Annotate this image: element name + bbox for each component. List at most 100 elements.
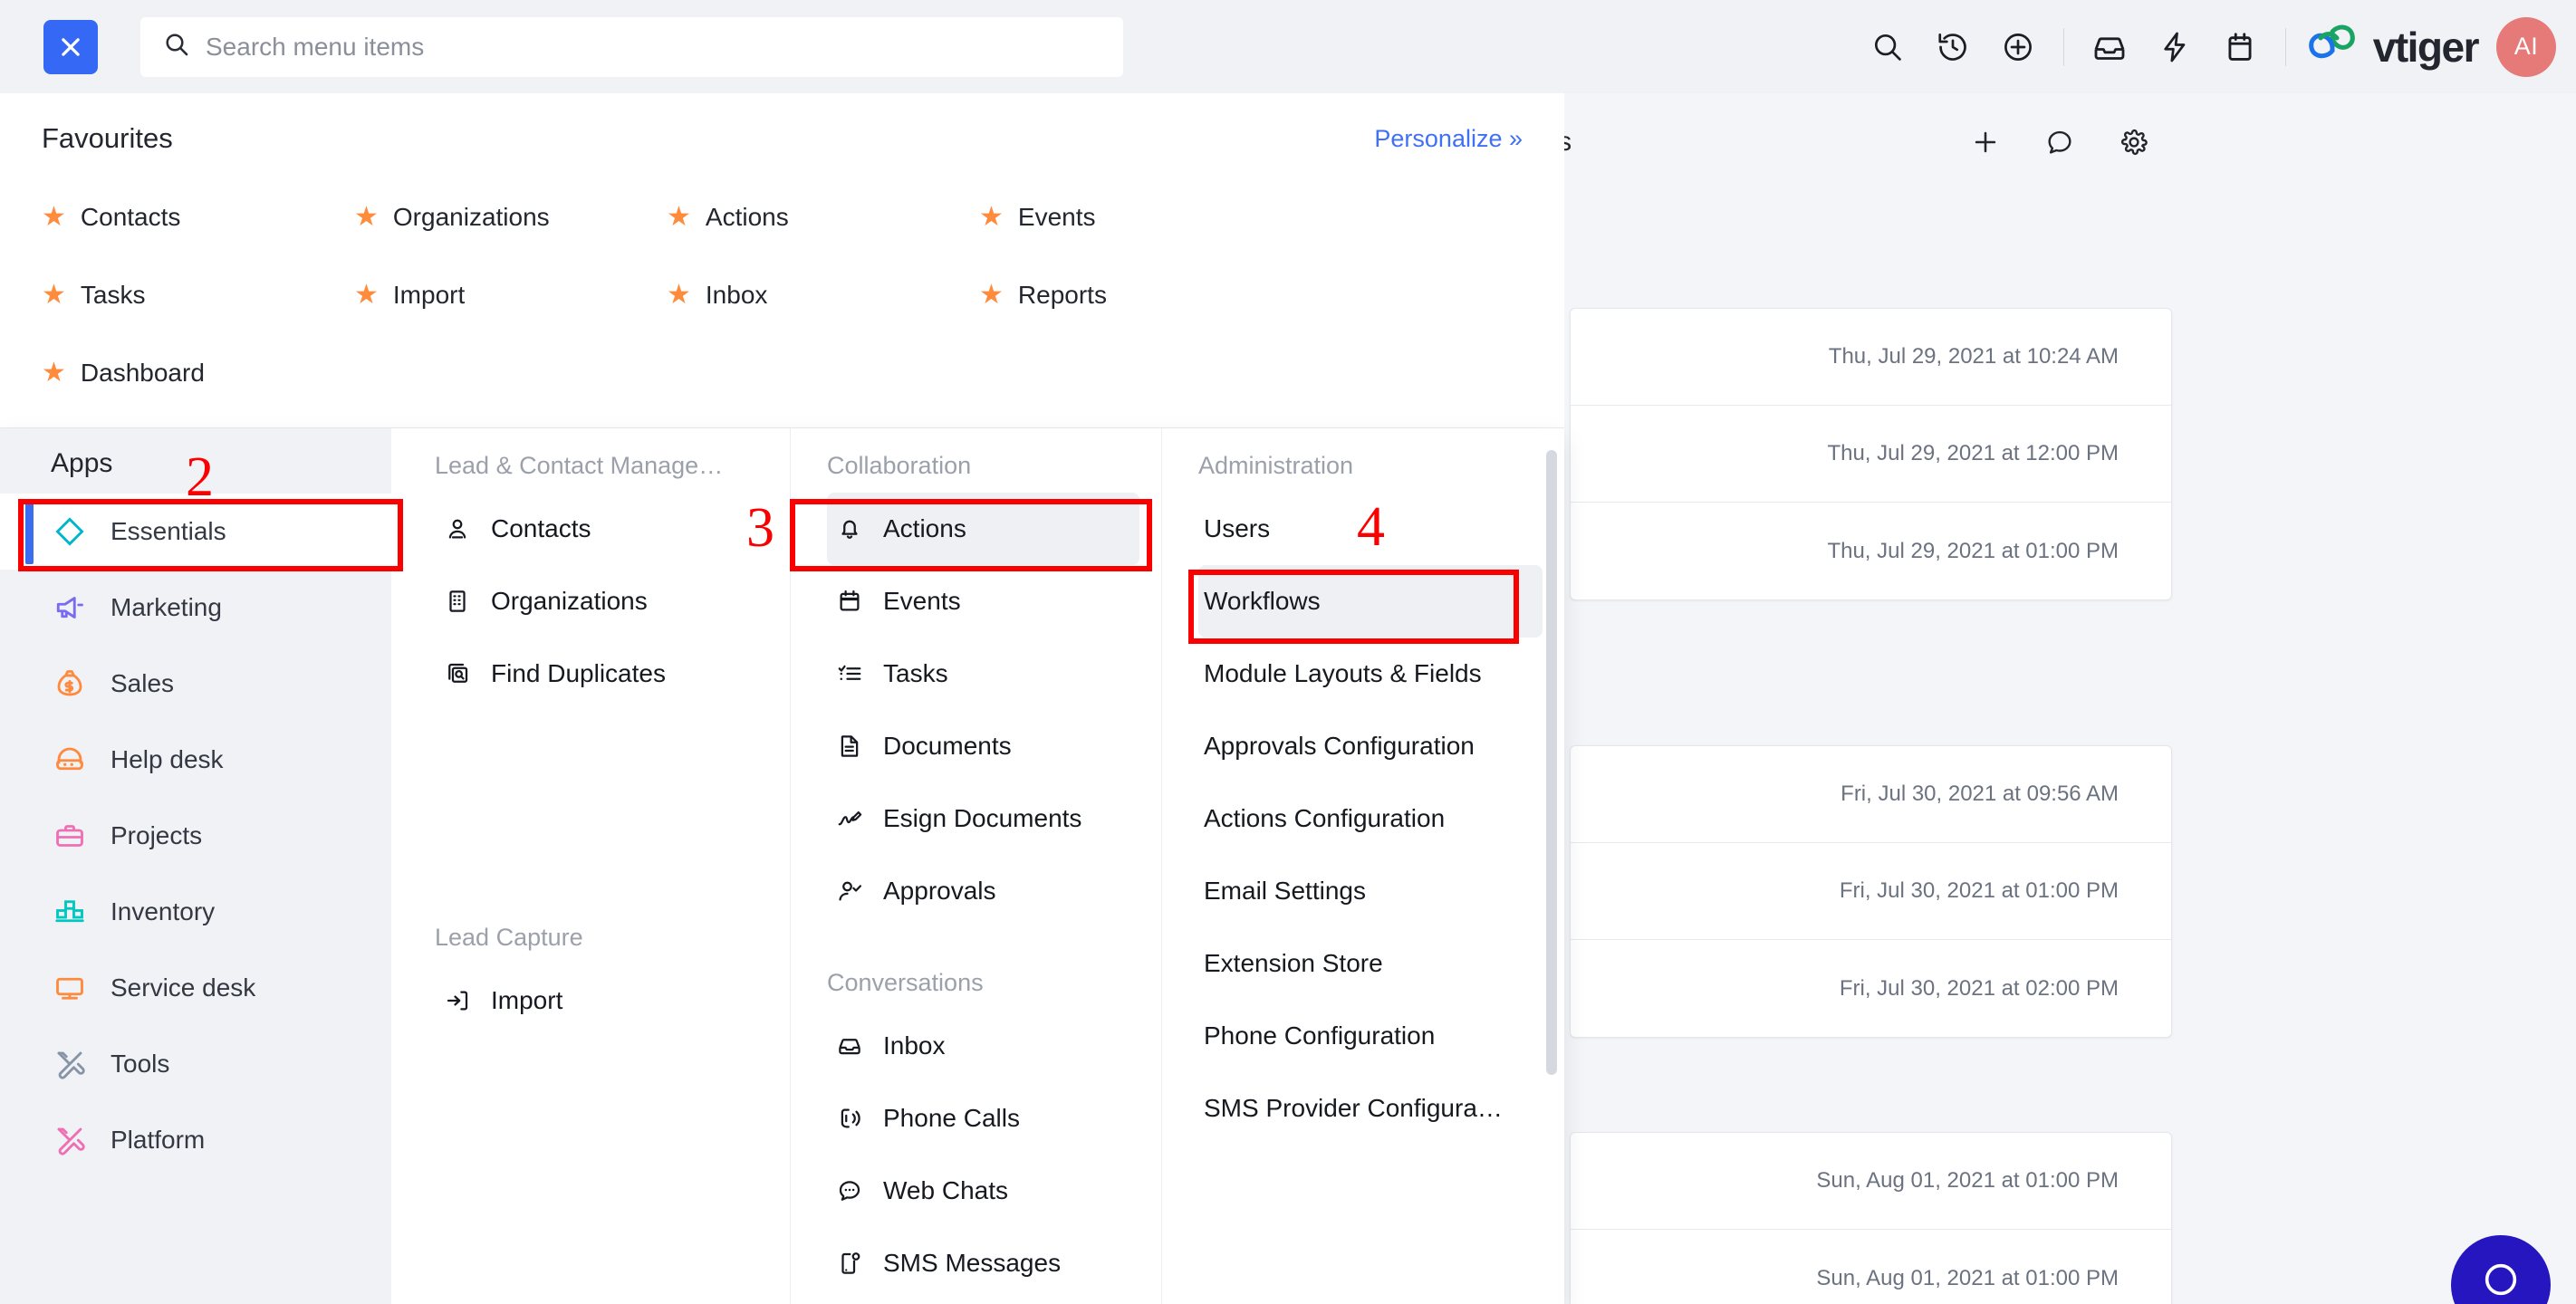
favourite-label: Events <box>1017 203 1096 231</box>
calendar-icon[interactable] <box>2207 14 2273 80</box>
menu-item-label: Contacts <box>491 514 591 542</box>
avatar[interactable]: AI <box>2496 16 2556 77</box>
menu-item-inbox[interactable]: Inbox <box>827 1010 1139 1082</box>
favourite-item-actions[interactable]: ★ Actions <box>667 178 979 256</box>
sidebar-item-marketing[interactable]: Marketing <box>0 570 391 646</box>
favourite-item-tasks[interactable]: ★ Tasks <box>42 256 354 334</box>
search-icon[interactable] <box>1855 14 1920 80</box>
menu-item-sms-messages[interactable]: SMS Messages <box>827 1227 1139 1299</box>
menu-item-find-duplicates[interactable]: Find Duplicates <box>435 638 768 710</box>
menu-item-actions-configuration[interactable]: Actions Configuration <box>1198 782 1543 855</box>
table-row[interactable]: Thu, Jul 29, 2021 at 12:00 PM <box>1571 406 2171 503</box>
table-row[interactable]: Fri, Jul 30, 2021 at 02:00 PM <box>1571 940 2171 1037</box>
sidebar-item-label: Help desk <box>111 745 224 773</box>
headset-icon <box>51 743 89 776</box>
menu-item-esign-documents[interactable]: Esign Documents <box>827 782 1139 855</box>
row-date: Sun, Aug 01, 2021 at 01:00 PM <box>1816 1265 2119 1290</box>
menu-item-web-chats[interactable]: Web Chats <box>827 1155 1139 1227</box>
menu-item-events[interactable]: Events <box>827 565 1139 638</box>
import-icon <box>442 987 473 1014</box>
menu-item-label: Events <box>883 587 961 615</box>
sidebar-item-label: Platform <box>111 1126 206 1154</box>
search-input[interactable] <box>206 32 1123 62</box>
row-date: Thu, Jul 29, 2021 at 10:24 AM <box>1828 344 2119 369</box>
table-row[interactable]: Fri, Jul 30, 2021 at 09:56 AM <box>1571 746 2171 843</box>
sms-icon <box>834 1250 865 1277</box>
close-icon[interactable] <box>43 19 98 74</box>
help-fab-button[interactable] <box>2451 1235 2551 1304</box>
row-date: Fri, Jul 30, 2021 at 09:56 AM <box>1841 781 2119 806</box>
comment-icon[interactable] <box>2044 127 2075 162</box>
favourite-label: Inbox <box>705 281 768 309</box>
tools-icon <box>51 1124 89 1156</box>
menu-item-import[interactable]: Import <box>435 964 768 1037</box>
personalize-link[interactable]: Personalize » <box>1374 125 1523 153</box>
menu-item-approvals-configuration[interactable]: Approvals Configuration <box>1198 710 1543 782</box>
favourite-item-dashboard[interactable]: ★ Dashboard <box>42 334 354 412</box>
megaphone-icon <box>51 591 89 624</box>
sidebar-item-sales[interactable]: Sales <box>0 646 391 722</box>
menu-item-workflows[interactable]: Workflows <box>1198 565 1543 638</box>
favourite-label: Import <box>392 281 466 309</box>
menu-item-organizations[interactable]: Organizations <box>435 565 768 638</box>
column-spacer <box>435 710 790 924</box>
menu-item-sms-provider-configuration[interactable]: SMS Provider Configura… <box>1198 1072 1543 1145</box>
menu-item-email-settings[interactable]: Email Settings <box>1198 855 1543 927</box>
favourite-item-organizations[interactable]: ★ Organizations <box>354 178 667 256</box>
vtiger-logo[interactable]: vtiger <box>2302 23 2480 72</box>
sidebar-item-service-desk[interactable]: Service desk <box>0 950 391 1026</box>
building-icon <box>442 588 473 615</box>
inbox-icon[interactable] <box>2077 14 2142 80</box>
sidebar-item-essentials[interactable]: Essentials <box>0 494 391 570</box>
favourite-item-inbox[interactable]: ★ Inbox <box>667 256 979 334</box>
sidebar-item-label: Service desk <box>111 973 256 1002</box>
sidebar-item-inventory[interactable]: Inventory <box>0 874 391 950</box>
row-date: Fri, Jul 30, 2021 at 02:00 PM <box>1839 975 2119 1001</box>
gear-icon[interactable] <box>2119 127 2149 162</box>
favourite-item-reports[interactable]: ★ Reports <box>979 256 1292 334</box>
table-row[interactable]: Thu, Jul 29, 2021 at 01:00 PM <box>1571 503 2171 599</box>
star-icon: ★ <box>354 202 379 232</box>
menu-item-label: SMS Provider Configura… <box>1204 1094 1503 1122</box>
menu-item-users[interactable]: Users <box>1198 493 1543 565</box>
lightning-icon[interactable] <box>2142 14 2207 80</box>
favourite-item-import[interactable]: ★ Import <box>354 256 667 334</box>
search-input-wrapper[interactable] <box>140 16 1123 77</box>
duplicate-search-icon <box>442 660 473 687</box>
sidebar-item-platform[interactable]: Platform <box>0 1102 391 1178</box>
header-icon-group: vtiger AI <box>1855 14 2556 80</box>
sidebar-item-help-desk[interactable]: Help desk <box>0 722 391 798</box>
table-row[interactable]: Thu, Jul 29, 2021 at 10:24 AM <box>1571 309 2171 406</box>
menu-item-documents[interactable]: Documents <box>827 710 1139 782</box>
plus-circle-icon[interactable] <box>1985 14 2051 80</box>
menu-scrollbar[interactable] <box>1546 450 1557 1075</box>
menu-item-tasks[interactable]: Tasks <box>827 638 1139 710</box>
mega-menu: Apps Essentials Marketing Sales Help des… <box>0 428 1564 1304</box>
menu-item-label: Import <box>491 986 563 1014</box>
menu-item-module-layouts-fields[interactable]: Module Layouts & Fields <box>1198 638 1543 710</box>
menu-item-actions[interactable]: Actions <box>827 493 1139 565</box>
group-title: Lead Capture <box>435 924 583 951</box>
history-icon[interactable] <box>1920 14 1985 80</box>
table-row[interactable]: Fri, Jul 30, 2021 at 01:00 PM <box>1571 843 2171 940</box>
menu-item-label: Email Settings <box>1204 877 1366 905</box>
menu-item-phone-configuration[interactable]: Phone Configuration <box>1198 1000 1543 1072</box>
menu-item-phone-calls[interactable]: Phone Calls <box>827 1082 1139 1155</box>
table-row[interactable]: Sun, Aug 01, 2021 at 01:00 PM <box>1571 1230 2171 1304</box>
sidebar-item-tools[interactable]: Tools <box>0 1026 391 1102</box>
page-title-actions <box>1970 127 2149 162</box>
header-divider-2 <box>2284 27 2286 66</box>
menu-item-label: Module Layouts & Fields <box>1204 659 1482 687</box>
favourite-item-contacts[interactable]: ★ Contacts <box>42 178 354 256</box>
table-row[interactable]: Sun, Aug 01, 2021 at 01:00 PM <box>1571 1133 2171 1230</box>
checklist-icon <box>834 660 865 687</box>
favourite-item-events[interactable]: ★ Events <box>979 178 1292 256</box>
search-icon <box>162 30 191 63</box>
menu-item-contacts[interactable]: Contacts <box>435 493 768 565</box>
menu-item-label: Find Duplicates <box>491 659 666 687</box>
sidebar-item-label: Sales <box>111 669 175 697</box>
sidebar-item-projects[interactable]: Projects <box>0 798 391 874</box>
add-icon[interactable] <box>1970 127 2001 162</box>
menu-item-approvals[interactable]: Approvals <box>827 855 1139 927</box>
menu-item-extension-store[interactable]: Extension Store <box>1198 927 1543 1000</box>
